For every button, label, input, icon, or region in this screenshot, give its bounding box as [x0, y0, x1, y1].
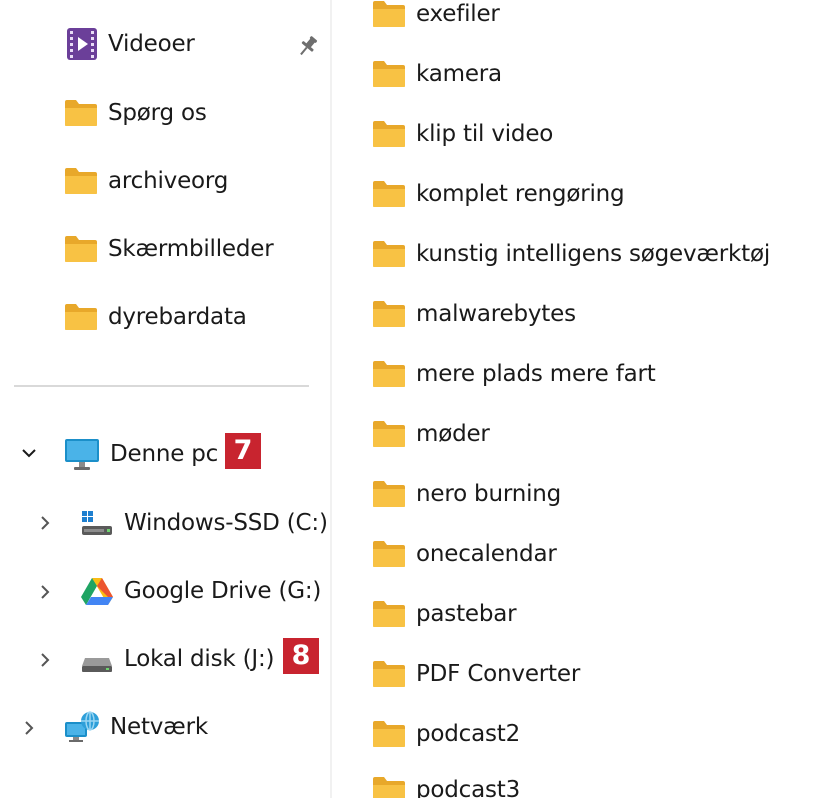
- nav-item-label: Skærmbilleder: [108, 236, 274, 262]
- folder-icon: [65, 236, 97, 262]
- list-item[interactable]: podcast3: [372, 770, 520, 798]
- folder-icon: [373, 61, 405, 87]
- file-name: PDF Converter: [416, 661, 581, 687]
- navigation-pane: Videoer Spørg os archiveorg Skærmbillede…: [0, 0, 330, 798]
- chevron-right-icon[interactable]: [36, 651, 54, 669]
- list-item[interactable]: møder: [372, 414, 490, 454]
- drive-label: Google Drive (G:): [124, 578, 322, 604]
- nav-item-netvaerk[interactable]: Netværk: [64, 702, 208, 752]
- nav-item-label: Videoer: [108, 31, 195, 57]
- folder-icon: [373, 541, 405, 567]
- nav-item-skaermbilleder[interactable]: Skærmbilleder: [64, 224, 274, 274]
- file-name: onecalendar: [416, 541, 557, 567]
- nav-item-denne-pc[interactable]: Denne pc: [64, 429, 218, 479]
- folder-icon: [373, 601, 405, 627]
- file-name: kamera: [416, 61, 502, 87]
- list-item[interactable]: mere plads mere fart: [372, 354, 656, 394]
- chevron-right-icon[interactable]: [36, 514, 54, 532]
- drive-item-row: Windows-SSD (C:): [80, 498, 326, 548]
- file-name: møder: [416, 421, 490, 447]
- step-badge: 8: [283, 638, 319, 674]
- video-folder-icon: [67, 28, 97, 60]
- folder-icon: [373, 661, 405, 687]
- nav-item-label: Spørg os: [108, 100, 207, 126]
- file-name: malwarebytes: [416, 301, 576, 327]
- folder-icon: [373, 721, 405, 747]
- nav-item-label: Denne pc: [110, 441, 219, 467]
- nav-item-spoerg-os[interactable]: Spørg os: [64, 88, 207, 138]
- drive-label: Lokal disk (J:): [124, 646, 275, 672]
- file-name: komplet rengøring: [416, 181, 625, 207]
- list-item[interactable]: PDF Converter: [372, 654, 580, 694]
- network-icon: [65, 711, 99, 742]
- list-item[interactable]: nero burning: [372, 474, 561, 514]
- file-name: mere plads mere fart: [416, 361, 656, 387]
- drive-item-windows-ssd[interactable]: Windows-SSD (C:): [80, 498, 326, 548]
- list-item[interactable]: kunstig intelligens søgeværktøj: [372, 234, 770, 274]
- file-name: exefiler: [416, 1, 500, 27]
- folder-icon: [373, 361, 405, 387]
- nav-item-archiveorg[interactable]: archiveorg: [64, 156, 228, 206]
- folder-icon: [373, 421, 405, 447]
- folder-icon: [373, 777, 405, 798]
- nav-item-label: dyrebardata: [108, 304, 247, 330]
- file-name: podcast3: [416, 777, 521, 798]
- folder-icon: [65, 168, 97, 194]
- file-name: klip til video: [416, 121, 554, 147]
- folder-icon: [373, 1, 405, 27]
- list-item[interactable]: kamera: [372, 54, 502, 94]
- list-item[interactable]: komplet rengøring: [372, 174, 625, 214]
- list-item[interactable]: onecalendar: [372, 534, 557, 574]
- folder-icon: [65, 304, 97, 330]
- sidebar-separator: [14, 385, 309, 387]
- file-name: kunstig intelligens søgeværktøj: [416, 241, 771, 267]
- nav-item-videoer[interactable]: Videoer: [66, 19, 195, 69]
- drive-item-google-drive[interactable]: Google Drive (G:): [80, 566, 321, 616]
- folder-icon: [373, 121, 405, 147]
- folder-icon: [373, 181, 405, 207]
- list-item[interactable]: podcast2: [372, 714, 520, 754]
- google-drive-icon: [81, 578, 113, 605]
- nav-item-label: Netværk: [110, 714, 208, 740]
- step-badge: 7: [225, 433, 261, 469]
- pin-icon[interactable]: [295, 33, 321, 59]
- list-item[interactable]: klip til video: [372, 114, 553, 154]
- chevron-down-icon[interactable]: [20, 444, 38, 462]
- folder-icon: [373, 301, 405, 327]
- monitor-icon: [65, 439, 99, 470]
- nav-item-label: archiveorg: [108, 168, 229, 194]
- file-name: nero burning: [416, 481, 562, 507]
- file-list: exefiler kamera klip til video komplet r…: [332, 0, 840, 798]
- list-item[interactable]: malwarebytes: [372, 294, 576, 334]
- file-name: podcast2: [416, 721, 521, 747]
- chevron-right-icon[interactable]: [36, 583, 54, 601]
- file-name: pastebar: [416, 601, 517, 627]
- chevron-right-icon[interactable]: [20, 719, 38, 737]
- local-disk-icon: [82, 658, 112, 672]
- folder-icon: [373, 481, 405, 507]
- list-item[interactable]: pastebar: [372, 594, 517, 634]
- list-item[interactable]: exefiler: [372, 0, 500, 34]
- nav-item-dyrebardata[interactable]: dyrebardata: [64, 292, 247, 342]
- folder-icon: [373, 241, 405, 267]
- drive-label: Windows-SSD (C:): [124, 510, 326, 536]
- windows-drive-icon: [82, 511, 112, 535]
- drive-item-lokal-disk[interactable]: Lokal disk (J:): [80, 634, 274, 684]
- folder-icon: [65, 100, 97, 126]
